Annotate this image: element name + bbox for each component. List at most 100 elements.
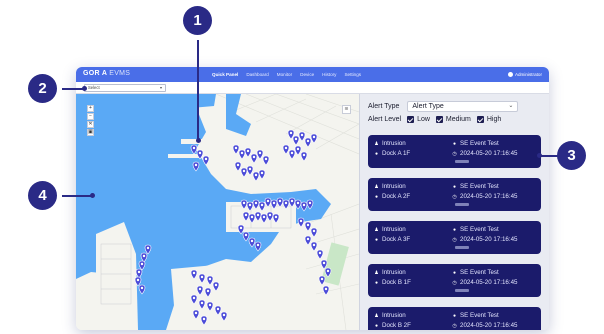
alert-card[interactable]: ♟ Intrusion ● Dock A 1F ● SE Event Test ◷ 20… xyxy=(368,135,541,168)
pin-icon: ● xyxy=(452,226,457,233)
map-marker-dot xyxy=(244,233,248,237)
map-marker-dot xyxy=(284,201,288,205)
map-marker-dot xyxy=(234,146,238,150)
level-medium-checkbox[interactable]: Medium xyxy=(435,116,471,123)
map-marker-dot xyxy=(198,151,202,155)
level-high-label: High xyxy=(486,116,502,123)
map-marker-dot xyxy=(258,151,262,155)
nav-quick-panel[interactable]: Quick Panel xyxy=(208,67,242,82)
map-marker-dot xyxy=(306,223,310,227)
map-marker-dot xyxy=(206,289,210,293)
level-low-checkbox[interactable]: Low xyxy=(407,116,430,123)
alert-type-select[interactable]: Alert Type ⌄ xyxy=(407,101,519,112)
alert-location-text: Dock A 3F xyxy=(382,236,411,243)
alert-time: ◷ 2024-05-20 17:16:45 xyxy=(452,150,517,157)
map-marker-dot xyxy=(194,311,198,315)
alert-card[interactable]: ♟ Intrusion ● Dock B 2F ● SE Event Test ◷ 20… xyxy=(368,307,541,330)
alert-time: ◷ 2024-05-20 17:16:45 xyxy=(452,236,517,243)
nav-settings[interactable]: Settings xyxy=(340,67,365,82)
person-icon: ♟ xyxy=(374,226,379,233)
callout-1-badge: 1 xyxy=(183,6,212,35)
alert-type-text: Intrusion xyxy=(382,226,406,233)
checkbox-icon xyxy=(435,116,443,123)
alert-event: ● SE Event Test xyxy=(452,269,499,276)
alert-level-filter: Alert Level Low Medium High xyxy=(368,116,501,123)
alert-type: ♟ Intrusion xyxy=(374,140,405,147)
callout-3-badge: 3 xyxy=(557,141,586,170)
alert-type-label: Alert Type xyxy=(368,103,400,110)
layers-icon[interactable]: ≋ xyxy=(342,105,351,114)
alert-time-text: 2024-05-20 17:16:45 xyxy=(460,236,518,243)
zoom-out-button[interactable]: − xyxy=(87,113,94,120)
nav-dashboard[interactable]: Dashboard xyxy=(242,67,272,82)
map-marker-dot xyxy=(192,271,196,275)
user-menu[interactable]: Administrator xyxy=(507,67,542,82)
callout-1-dot xyxy=(195,138,201,143)
map-marker-dot xyxy=(208,277,212,281)
alert-type-text: Intrusion xyxy=(382,269,406,276)
top-navbar: GOR A EVMS Quick Panel Dashboard Monitor… xyxy=(76,67,549,82)
map-marker-dot xyxy=(252,155,256,159)
map-marker-dot xyxy=(202,317,206,321)
map-view[interactable]: + − ✕ ▣ ≋ xyxy=(76,94,359,330)
map-marker-dot xyxy=(290,151,294,155)
map-marker-dot xyxy=(140,286,144,290)
callout-3-dot xyxy=(537,153,542,158)
alert-type-select-value: Alert Type xyxy=(412,103,444,110)
alert-location: ● Dock A 3F xyxy=(374,236,410,243)
clock-icon: ◷ xyxy=(452,150,457,157)
checkbox-icon xyxy=(407,116,415,123)
map-marker-dot xyxy=(204,157,208,161)
alert-type: ♟ Intrusion xyxy=(374,183,405,190)
alert-time: ◷ 2024-05-20 17:16:45 xyxy=(452,279,517,286)
alert-card[interactable]: ♟ Intrusion ● Dock A 2F ● SE Event Test ◷ 20… xyxy=(368,178,541,211)
pin-icon: ● xyxy=(452,140,457,147)
alert-time-text: 2024-05-20 17:16:45 xyxy=(460,193,518,200)
pin-icon: ● xyxy=(374,236,379,243)
alert-indicator xyxy=(455,203,469,206)
map-marker-dot xyxy=(274,215,278,219)
clock-icon: ◷ xyxy=(452,279,457,286)
zoom-in-button[interactable]: + xyxy=(87,105,94,112)
nav-device[interactable]: Device xyxy=(296,67,318,82)
map-canvas xyxy=(76,94,359,330)
alert-location-text: Dock A 1F xyxy=(382,150,411,157)
level-high-checkbox[interactable]: High xyxy=(476,116,502,123)
callout-4-dot xyxy=(90,193,95,198)
map-marker-dot xyxy=(137,270,141,274)
site-select[interactable]: Select ▾ xyxy=(84,84,166,92)
map-marker-dot xyxy=(294,137,298,141)
map-marker-dot xyxy=(290,199,294,203)
nav-history[interactable]: History xyxy=(318,67,340,82)
alert-level-label: Alert Level xyxy=(368,116,402,123)
alert-time-text: 2024-05-20 17:16:45 xyxy=(460,279,518,286)
pin-icon: ● xyxy=(452,312,457,319)
pin-icon: ● xyxy=(374,279,379,286)
reset-view-button[interactable]: ✕ xyxy=(87,121,94,128)
map-marker-dot xyxy=(136,278,140,282)
stage: GOR A EVMS Quick Panel Dashboard Monitor… xyxy=(0,0,604,334)
alert-type-text: Intrusion xyxy=(382,312,406,319)
main-nav: Quick Panel Dashboard Monitor Device His… xyxy=(208,67,365,82)
map-marker-dot xyxy=(254,201,258,205)
pin-icon: ● xyxy=(374,193,379,200)
alert-card[interactable]: ♟ Intrusion ● Dock B 1F ● SE Event Test ◷ 20… xyxy=(368,264,541,297)
fullscreen-button[interactable]: ▣ xyxy=(87,129,94,136)
map-marker-dot xyxy=(142,254,146,258)
alert-event: ● SE Event Test xyxy=(452,140,499,147)
map-marker-dot xyxy=(140,262,144,266)
callout-4-badge: 4 xyxy=(28,181,57,210)
chevron-down-icon: ▾ xyxy=(159,85,162,90)
logo[interactable]: GOR A EVMS xyxy=(83,70,130,77)
map-marker-dot xyxy=(242,201,246,205)
callout-2-dot xyxy=(82,86,87,91)
map-marker-dot xyxy=(278,199,282,203)
clock-icon: ◷ xyxy=(452,193,457,200)
nav-monitor[interactable]: Monitor xyxy=(273,67,296,82)
map-marker-dot xyxy=(236,163,240,167)
alert-location-text: Dock B 1F xyxy=(382,279,411,286)
map-marker-dot xyxy=(284,146,288,150)
alert-card[interactable]: ♟ Intrusion ● Dock A 3F ● SE Event Test ◷ 20… xyxy=(368,221,541,254)
map-marker-dot xyxy=(248,167,252,171)
alert-time-text: 2024-05-20 17:16:45 xyxy=(460,150,518,157)
